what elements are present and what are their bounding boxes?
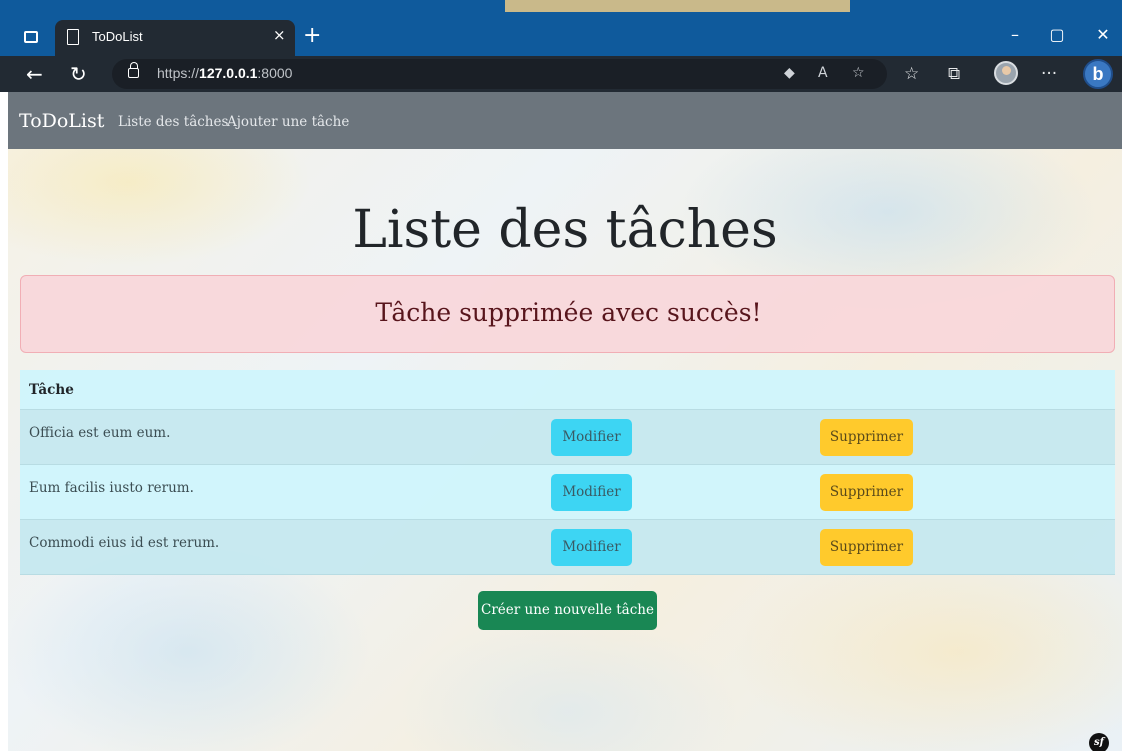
tab-bar-decoration [505, 0, 850, 12]
add-favorite-icon[interactable]: ☆ [852, 65, 865, 81]
maximize-icon[interactable]: ▢ [1044, 24, 1070, 46]
table-row: Commodi eius id est rerum. Modifier Supp… [20, 520, 1115, 575]
tab-title: ToDoList [92, 29, 143, 44]
browser-tab[interactable]: ToDoList × [55, 20, 295, 56]
table-header: Tâche [20, 370, 1115, 410]
sidebar-toggle-icon[interactable] [24, 31, 38, 43]
url-input[interactable]: https://127.0.0.1:8000 ◆ A ☆ [112, 59, 887, 89]
page-title: Liste des tâches [352, 200, 778, 260]
edit-button[interactable]: Modifier [551, 474, 632, 511]
lock-icon[interactable] [128, 62, 139, 78]
alert-message: Tâche supprimée avec succès! [375, 298, 762, 327]
task-name: Commodi eius id est rerum. [29, 535, 220, 551]
avatar[interactable] [994, 61, 1018, 85]
delete-button[interactable]: Supprimer [820, 419, 913, 456]
table-row: Eum facilis iusto rerum. Modifier Suppri… [20, 465, 1115, 520]
refresh-icon[interactable]: ↻ [70, 60, 87, 88]
favorites-icon[interactable]: ☆ [904, 60, 919, 88]
edit-button[interactable]: Modifier [551, 419, 632, 456]
symfony-toolbar-icon[interactable]: sf [1089, 733, 1109, 751]
bing-icon[interactable]: b [1083, 59, 1113, 89]
task-name: Officia est eum eum. [29, 425, 171, 441]
create-task-button[interactable]: Créer une nouvelle tâche [478, 591, 657, 630]
page-icon [67, 29, 79, 45]
collections-icon[interactable]: ⧉ [948, 60, 960, 88]
nav-link-add-task[interactable]: Ajouter une tâche [227, 114, 349, 130]
delete-button[interactable]: Supprimer [820, 529, 913, 566]
minimize-icon[interactable]: – [1002, 24, 1028, 46]
navbar-brand[interactable]: ToDoList [19, 110, 104, 132]
nav-link-task-list[interactable]: Liste des tâches [118, 114, 228, 130]
back-icon[interactable]: ← [26, 60, 43, 88]
column-header-task: Tâche [29, 382, 74, 398]
more-icon[interactable]: ··· [1041, 60, 1057, 88]
tag-icon[interactable]: ◆ [784, 65, 795, 81]
new-tab-icon[interactable]: + [303, 24, 321, 48]
table-row: Officia est eum eum. Modifier Supprimer [20, 410, 1115, 465]
url-text: https://127.0.0.1:8000 [157, 65, 293, 81]
tab-close-icon[interactable]: × [273, 26, 286, 44]
task-table: Tâche Officia est eum eum. Modifier Supp… [20, 370, 1115, 575]
address-bar: ← ↻ https://127.0.0.1:8000 ◆ A ☆ ☆ ⧉ ···… [0, 56, 1122, 92]
delete-button[interactable]: Supprimer [820, 474, 913, 511]
edit-button[interactable]: Modifier [551, 529, 632, 566]
browser-tab-bar: ToDoList × + – ▢ ✕ [0, 0, 1122, 56]
alert-danger: Tâche supprimée avec succès! [20, 275, 1115, 353]
read-aloud-icon[interactable]: A [818, 65, 828, 81]
task-name: Eum facilis iusto rerum. [29, 480, 194, 496]
page-viewport: ToDoList Liste des tâches Ajouter une tâ… [8, 92, 1122, 751]
site-navbar: ToDoList Liste des tâches Ajouter une tâ… [8, 92, 1122, 149]
close-window-icon[interactable]: ✕ [1090, 24, 1116, 46]
